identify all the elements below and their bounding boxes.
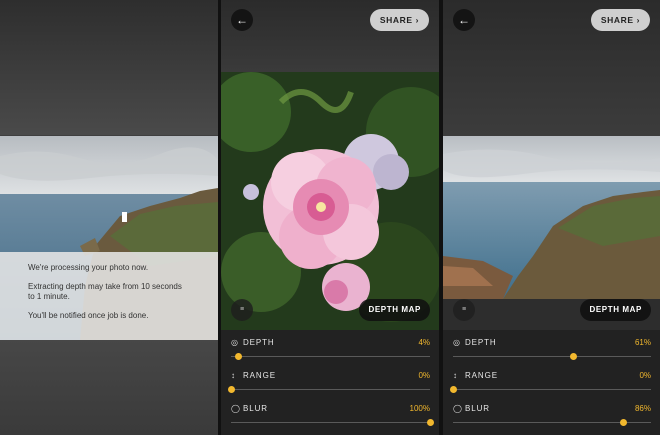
blur-control: ◯ BLUR 100% <box>221 396 439 428</box>
depth-view-toggle-button[interactable]: ≡ <box>453 299 475 321</box>
blur-control: ◯ BLUR 86% <box>443 396 660 428</box>
coast-photo <box>443 136 660 299</box>
chevron-right-icon: › <box>415 15 419 25</box>
processing-text-1: We're processing your photo now. <box>28 263 149 272</box>
depth-label: DEPTH <box>243 338 275 347</box>
depth-control: ◎ DEPTH 4% <box>221 330 439 362</box>
share-label: SHARE <box>600 15 634 25</box>
back-button[interactable]: ← <box>231 9 253 31</box>
back-arrow-icon: ← <box>458 13 470 27</box>
depth-slider-thumb[interactable] <box>570 353 578 360</box>
flower-photo <box>221 72 439 330</box>
blur-icon: ◯ <box>231 404 241 413</box>
range-slider-thumb[interactable] <box>449 386 457 393</box>
depth-icon: ◎ <box>453 338 461 347</box>
depth-map-button[interactable]: DEPTH MAP <box>580 299 651 321</box>
depth-slider[interactable] <box>453 353 651 360</box>
depth-value: 4% <box>418 338 430 347</box>
blur-value: 100% <box>409 404 430 413</box>
blur-value: 86% <box>634 404 651 413</box>
processing-text-2: Extracting depth may take from 10 second… <box>28 282 182 301</box>
depth-layers-icon: ≡ <box>461 306 467 313</box>
range-control: ↕ RANGE 0% <box>221 363 439 395</box>
depth-layers-icon: ≡ <box>239 306 245 313</box>
range-icon: ↕ <box>231 371 236 380</box>
cursor-marker <box>122 212 127 222</box>
depth-slider-thumb[interactable] <box>235 353 243 360</box>
bottom-area <box>0 340 218 435</box>
share-button[interactable]: SHARE › <box>590 9 650 31</box>
range-control: ↕ RANGE 0% <box>443 363 660 395</box>
slider-controls: ◎ DEPTH 4% ↕ RANGE 0% ◯ BLUR 100% <box>221 330 439 435</box>
depth-map-button[interactable]: DEPTH MAP <box>359 299 430 321</box>
top-area <box>0 0 218 135</box>
range-slider[interactable] <box>227 386 430 393</box>
slider-controls: ◎ DEPTH 61% ↕ RANGE 0% ◯ BLUR 86% <box>443 330 660 435</box>
blur-icon: ◯ <box>453 404 463 413</box>
depth-label: DEPTH <box>465 338 497 347</box>
range-slider[interactable] <box>449 386 651 393</box>
processing-message: We're processing your photo now. Extract… <box>0 252 218 340</box>
depth-icon: ◎ <box>231 338 239 347</box>
blur-slider[interactable] <box>453 419 651 426</box>
depth-slider[interactable] <box>231 353 430 360</box>
range-slider-thumb[interactable] <box>227 386 235 393</box>
blur-slider[interactable] <box>231 419 434 426</box>
depth-view-toggle-button[interactable]: ≡ <box>231 299 253 321</box>
blur-slider-thumb[interactable] <box>619 419 627 426</box>
processing-text-3: You'll be notified once job is done. <box>28 311 149 320</box>
blur-label: BLUR <box>465 404 490 413</box>
back-arrow-icon: ← <box>236 13 248 27</box>
flower-editor-screen: ← SHARE › ≡ DEPTH MAP ◎ DEPTH 4% ↕ RANGE… <box>221 0 439 435</box>
range-label: RANGE <box>243 371 276 380</box>
share-label: SHARE <box>379 15 413 25</box>
chevron-right-icon: › <box>636 15 640 25</box>
blur-slider-thumb[interactable] <box>426 419 434 426</box>
range-label: RANGE <box>465 371 498 380</box>
range-value: 0% <box>639 371 651 380</box>
coast-editor-screen: ← SHARE › ≡ DEPTH MAP ◎ DEPTH 61% ↕ RANG… <box>443 0 660 435</box>
range-value: 0% <box>418 371 430 380</box>
processing-screen: We're processing your photo now. Extract… <box>0 0 218 435</box>
range-icon: ↕ <box>453 371 458 380</box>
blur-label: BLUR <box>243 404 268 413</box>
back-button[interactable]: ← <box>453 9 475 31</box>
depth-control: ◎ DEPTH 61% <box>443 330 660 362</box>
share-button[interactable]: SHARE › <box>369 9 429 31</box>
depth-value: 61% <box>634 338 651 347</box>
